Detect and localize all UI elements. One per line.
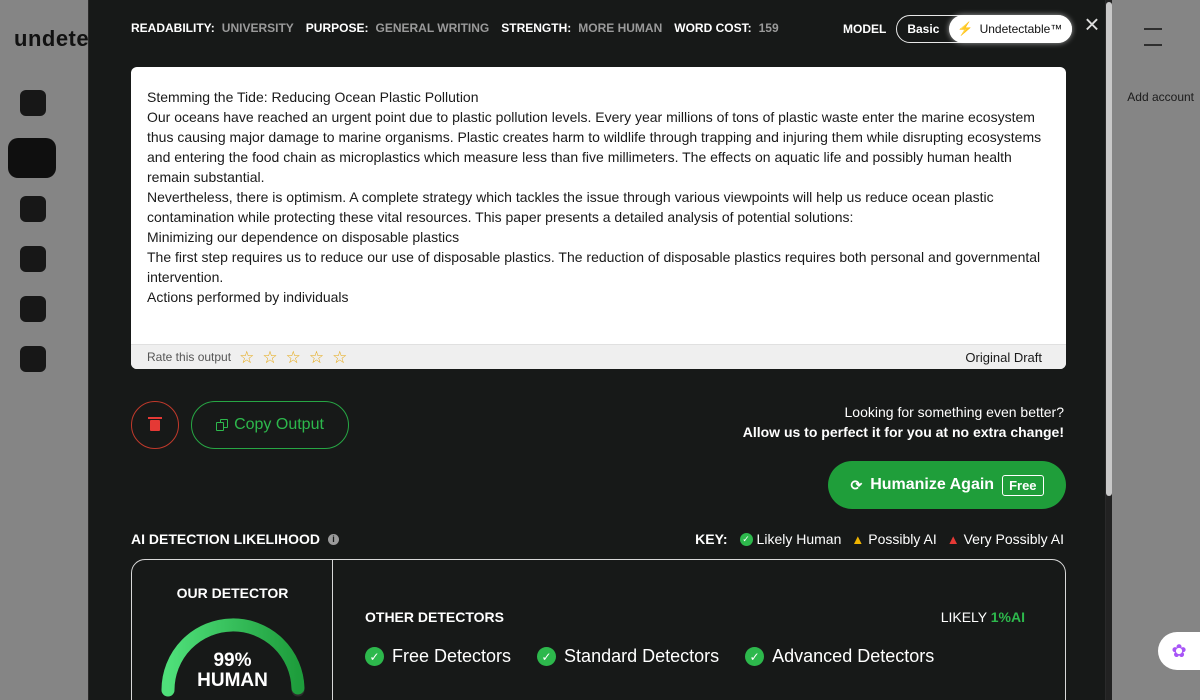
output-paragraph: Stemming the Tide: Reducing Ocean Plasti… [147,89,479,105]
delete-button[interactable] [131,401,179,449]
upsell-line-2: Allow us to perfect it for you at no ext… [742,424,1064,440]
model-toggle[interactable]: Basic ⚡ Undetectable™ [896,15,1073,43]
model-option-undetectable[interactable]: ⚡ Undetectable™ [949,15,1073,43]
key-item-label: Very Possibly AI [963,531,1064,547]
setting-label: STRENGTH: [501,21,572,35]
copy-output-label: Copy Output [234,416,324,433]
rate-label: Rate this output [147,350,232,364]
key-label: KEY: [695,531,728,547]
output-paragraph: The first step requires us to reduce our… [147,249,1041,285]
star-icon[interactable]: ☆ [309,349,324,366]
star-icon[interactable]: ☆ [262,349,277,366]
upsell-text: Looking for something even better? Allow… [743,402,1064,442]
output-paragraph: Nevertheless, there is optimism. A compl… [147,189,994,225]
star-icon[interactable]: ☆ [332,349,347,366]
score-label: HUMAN [197,670,268,691]
model-option-undetectable-label: Undetectable™ [979,22,1063,36]
scrollbar-thumb[interactable] [1106,2,1112,496]
rate-bar: Rate this output ☆ ☆ ☆ ☆ ☆ Original Draf… [131,344,1066,369]
likely-percent: 1%AI [990,609,1025,625]
ai-detection-title-text: AI DETECTION LIKELIHOOD [131,531,320,547]
setting-word-cost: WORD COST: 159 [674,21,778,35]
our-detector-title: OUR DETECTOR [176,585,289,601]
output-paragraph: Our oceans have reached an urgent point … [147,109,1042,185]
setting-label: PURPOSE: [305,21,369,35]
setting-readability: READABILITY: UNIVERSITY [131,21,294,35]
output-paragraph: Minimizing our dependence on disposable … [147,229,460,245]
star-icon[interactable]: ☆ [239,349,254,366]
detector-panel: OUR DETECTOR 99% HUMAN OTHER DETECTORS L… [131,559,1066,700]
detector-standard: ✓ Standard Detectors [537,646,719,667]
copy-icon [216,419,229,431]
gauge-readout: 99% HUMAN [132,651,333,691]
key-likely-human: ✓ Likely Human [739,531,842,547]
lightning-icon: ⚡ [957,21,974,36]
detector-list: ✓ Free Detectors ✓ Standard Detectors ✓ … [365,646,934,667]
detection-key: KEY: ✓ Likely Human ▲ Possibly AI ▲ Very… [695,531,1064,547]
likely-ai-readout: LIKELY 1%AI [941,609,1025,625]
close-icon[interactable]: × [1080,11,1104,37]
info-icon[interactable]: i [328,533,339,545]
setting-strength: STRENGTH: MORE HUMAN [501,21,662,35]
star-rating: ☆ ☆ ☆ ☆ ☆ [239,349,347,366]
output-text[interactable]: Stemming the Tide: Reducing Ocean Plasti… [131,67,1066,307]
draft-label[interactable]: Original Draft [965,350,1042,365]
copy-output-button[interactable]: Copy Output [191,401,349,449]
key-item-label: Possibly AI [868,531,937,547]
key-possibly-ai: ▲ Possibly AI [851,531,936,547]
check-circle-icon: ✓ [537,647,557,666]
check-circle-icon: ✓ [745,647,765,666]
star-icon[interactable]: ☆ [286,349,301,366]
refresh-icon: ⟳ [850,476,863,493]
settings-summary: READABILITY: UNIVERSITY PURPOSE: GENERAL… [131,21,779,35]
score-percent: 99% [213,650,252,671]
key-item-label: Likely Human [756,531,842,547]
check-circle-icon: ✓ [739,532,753,546]
output-paragraph: Actions performed by individuals [147,289,349,305]
output-modal: READABILITY: UNIVERSITY PURPOSE: GENERAL… [88,0,1106,700]
trash-icon [148,416,162,431]
output-card: Stemming the Tide: Reducing Ocean Plasti… [131,67,1066,369]
detector-label: Advanced Detectors [772,646,935,666]
detector-advanced: ✓ Advanced Detectors [745,646,934,667]
key-very-possibly-ai: ▲ Very Possibly AI [947,531,1064,547]
setting-label: WORD COST: [674,21,752,35]
free-badge: Free [1002,474,1044,496]
detector-label: Standard Detectors [564,646,720,666]
detector-free: ✓ Free Detectors [365,646,511,667]
setting-label: READABILITY: [131,21,215,35]
setting-purpose: PURPOSE: GENERAL WRITING [306,21,489,35]
likely-prefix: LIKELY [940,609,987,625]
setting-value: 159 [758,21,779,35]
check-circle-icon: ✓ [365,647,384,666]
upsell-line-1: Looking for something even better? [844,404,1064,420]
setting-value: UNIVERSITY [221,21,294,35]
setting-value: MORE HUMAN [578,21,663,35]
modal-scrollbar[interactable] [1106,0,1112,700]
our-detector: OUR DETECTOR 99% HUMAN [132,560,333,700]
other-detectors-title: OTHER DETECTORS [365,609,504,625]
setting-value: GENERAL WRITING [375,21,490,35]
model-option-basic[interactable]: Basic [897,22,949,36]
ai-detection-title: AI DETECTION LIKELIHOOD i [131,531,339,547]
brain-icon[interactable]: ✿ [1158,632,1200,670]
humanize-again-label: Humanize Again [870,476,995,493]
alert-icon: ▲ [946,531,960,547]
humanize-again-button[interactable]: ⟳ Humanize Again Free [828,461,1066,509]
model-selector: MODEL Basic ⚡ Undetectable™ [843,15,1073,43]
warning-icon: ▲ [851,531,865,547]
model-label: MODEL [843,22,887,36]
detector-label: Free Detectors [392,646,512,666]
